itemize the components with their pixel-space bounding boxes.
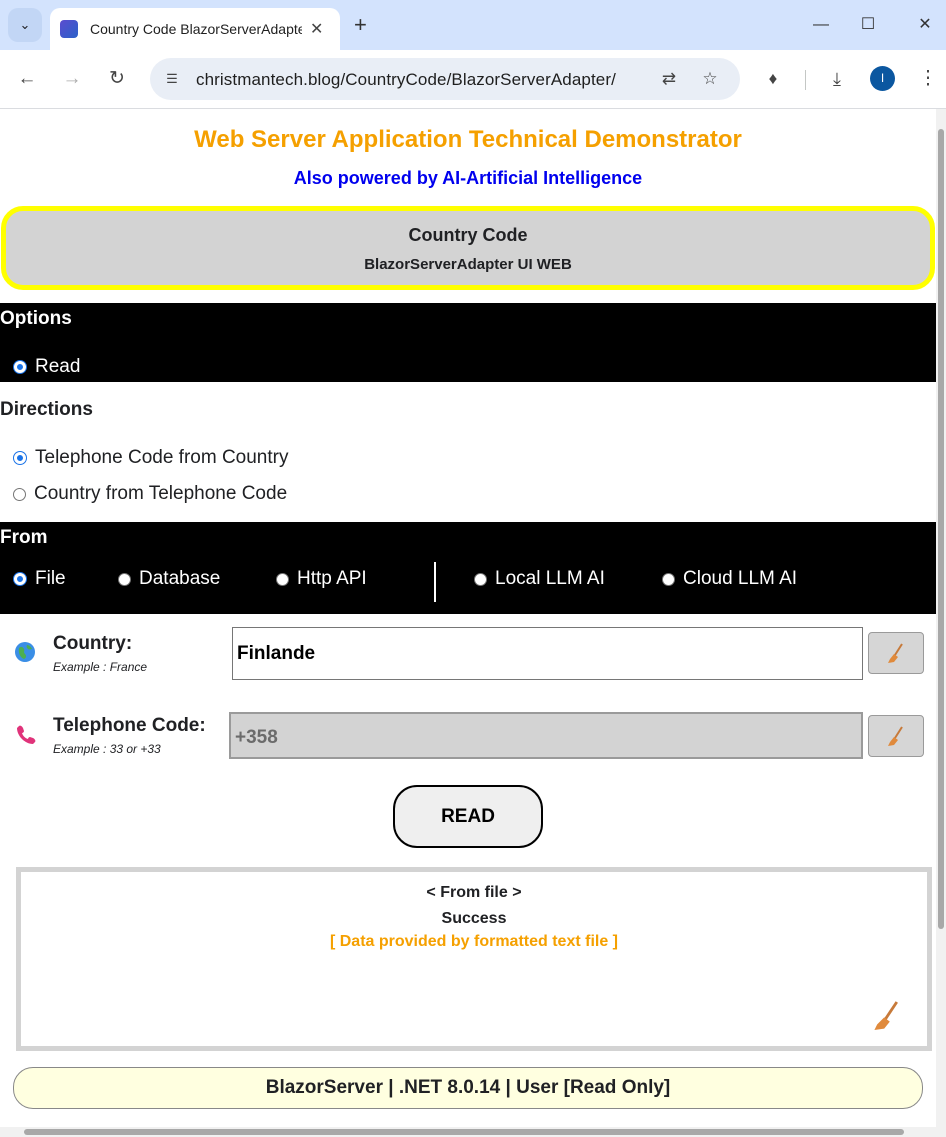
direction-phone-from-country[interactable]: Telephone Code from Country <box>13 447 288 469</box>
telephone-icon <box>15 724 37 752</box>
toolbar-divider <box>805 70 806 90</box>
from-file[interactable]: File <box>13 568 66 590</box>
from-label: Cloud LLM AI <box>683 568 798 589</box>
from-label: Database <box>139 568 221 589</box>
from-section: From File Database Http API Local LLM AI… <box>0 522 936 614</box>
banner-title: Country Code <box>408 225 528 245</box>
result-panel: < From file > Success [ Data provided by… <box>16 867 932 1051</box>
options-title: Options <box>0 308 72 329</box>
country-label: Country: <box>53 633 133 654</box>
from-label: Http API <box>297 568 367 589</box>
broom-icon <box>888 726 903 746</box>
radio-icon[interactable] <box>13 487 26 501</box>
radio-icon[interactable] <box>662 572 675 586</box>
telephone-label: Telephone Code: <box>53 715 206 736</box>
country-input[interactable] <box>232 627 863 680</box>
from-database[interactable]: Database <box>118 568 220 590</box>
scroll-thumb[interactable] <box>938 129 944 929</box>
forward-icon[interactable]: → <box>57 64 87 94</box>
clear-telephone-button[interactable] <box>868 715 924 757</box>
tab-strip: ⌄ Country Code BlazorServerAdapter ✕ + —… <box>0 0 946 50</box>
address-bar[interactable]: ☰ christmantech.blog/CountryCode/BlazorS… <box>150 58 740 100</box>
option-read[interactable]: Read <box>13 356 80 378</box>
radio-icon[interactable] <box>14 573 26 585</box>
clear-country-button[interactable] <box>868 632 924 674</box>
minimize-icon[interactable]: — <box>806 12 836 38</box>
clear-result-button[interactable] <box>873 1000 901 1037</box>
url-text[interactable]: christmantech.blog/CountryCode/BlazorSer… <box>196 70 616 90</box>
back-icon[interactable]: ← <box>12 64 42 94</box>
app-banner: Country Code BlazorServerAdapter UI WEB <box>1 206 935 290</box>
from-local-llm[interactable]: Local LLM AI <box>474 568 605 590</box>
telephone-example: Example : 33 or +33 <box>53 742 161 756</box>
site-info-icon[interactable]: ☰ <box>162 69 182 89</box>
bookmark-star-icon[interactable]: ☆ <box>699 68 721 90</box>
favicon-icon <box>60 20 78 38</box>
tab-search-icon[interactable]: ⌄ <box>8 8 42 42</box>
globe-icon <box>14 641 36 669</box>
telephone-input[interactable] <box>229 712 863 759</box>
direction-label: Telephone Code from Country <box>35 447 289 468</box>
from-title: From <box>0 527 48 548</box>
from-http-api[interactable]: Http API <box>276 568 367 590</box>
direction-label: Country from Telephone Code <box>34 483 288 504</box>
country-example: Example : France <box>53 660 148 674</box>
close-icon[interactable]: ✕ <box>310 19 323 39</box>
radio-icon[interactable] <box>118 572 131 586</box>
page-subtitle: Also powered by AI-Artificial Intelligen… <box>293 168 643 188</box>
download-icon[interactable]: ⤓ <box>822 64 852 94</box>
page-content: Web Server Application Technical Demonst… <box>0 109 936 1127</box>
result-note: [ Data provided by formatted text file ] <box>329 933 619 950</box>
tab-title: Country Code BlazorServerAdapter <box>90 21 302 37</box>
broom-icon <box>874 1001 898 1030</box>
status-footer: BlazorServer | .NET 8.0.14 | User [Read … <box>13 1067 923 1109</box>
from-label: File <box>35 568 66 589</box>
scroll-thumb[interactable] <box>24 1129 904 1135</box>
vertical-scrollbar[interactable] <box>936 109 946 1127</box>
from-label: Local LLM AI <box>495 568 605 589</box>
radio-icon[interactable] <box>14 452 26 464</box>
banner-subtitle: BlazorServerAdapter UI WEB <box>364 256 572 273</box>
option-read-label: Read <box>35 356 81 377</box>
result-source: < From file > <box>426 884 522 901</box>
from-divider <box>434 562 436 602</box>
broom-icon <box>888 643 903 663</box>
browser-tab[interactable]: Country Code BlazorServerAdapter ✕ <box>50 8 340 50</box>
options-section: Options Read <box>0 303 936 382</box>
new-tab-icon[interactable]: + <box>354 12 367 38</box>
translate-icon[interactable]: ⇄ <box>658 68 680 90</box>
maximize-icon[interactable]: ☐ <box>853 12 883 38</box>
from-cloud-llm[interactable]: Cloud LLM AI <box>662 568 797 590</box>
more-menu-icon[interactable]: ⋮ <box>913 64 943 94</box>
avatar[interactable]: I <box>870 66 895 91</box>
radio-icon[interactable] <box>14 361 26 373</box>
radio-icon[interactable] <box>276 572 289 586</box>
page-title: Web Server Application Technical Demonst… <box>194 126 742 153</box>
read-button[interactable]: READ <box>393 785 543 848</box>
window-close-icon[interactable]: ✕ <box>910 12 940 38</box>
extensions-icon[interactable]: ♦ <box>758 64 788 94</box>
horizontal-scrollbar[interactable] <box>0 1127 946 1137</box>
browser-toolbar: ← → ↻ ☰ christmantech.blog/CountryCode/B… <box>0 50 946 109</box>
directions-title: Directions <box>0 399 93 420</box>
result-status: Success <box>441 910 507 927</box>
radio-icon[interactable] <box>474 572 487 586</box>
reload-icon[interactable]: ↻ <box>102 64 132 94</box>
direction-country-from-phone[interactable]: Country from Telephone Code <box>13 483 287 505</box>
